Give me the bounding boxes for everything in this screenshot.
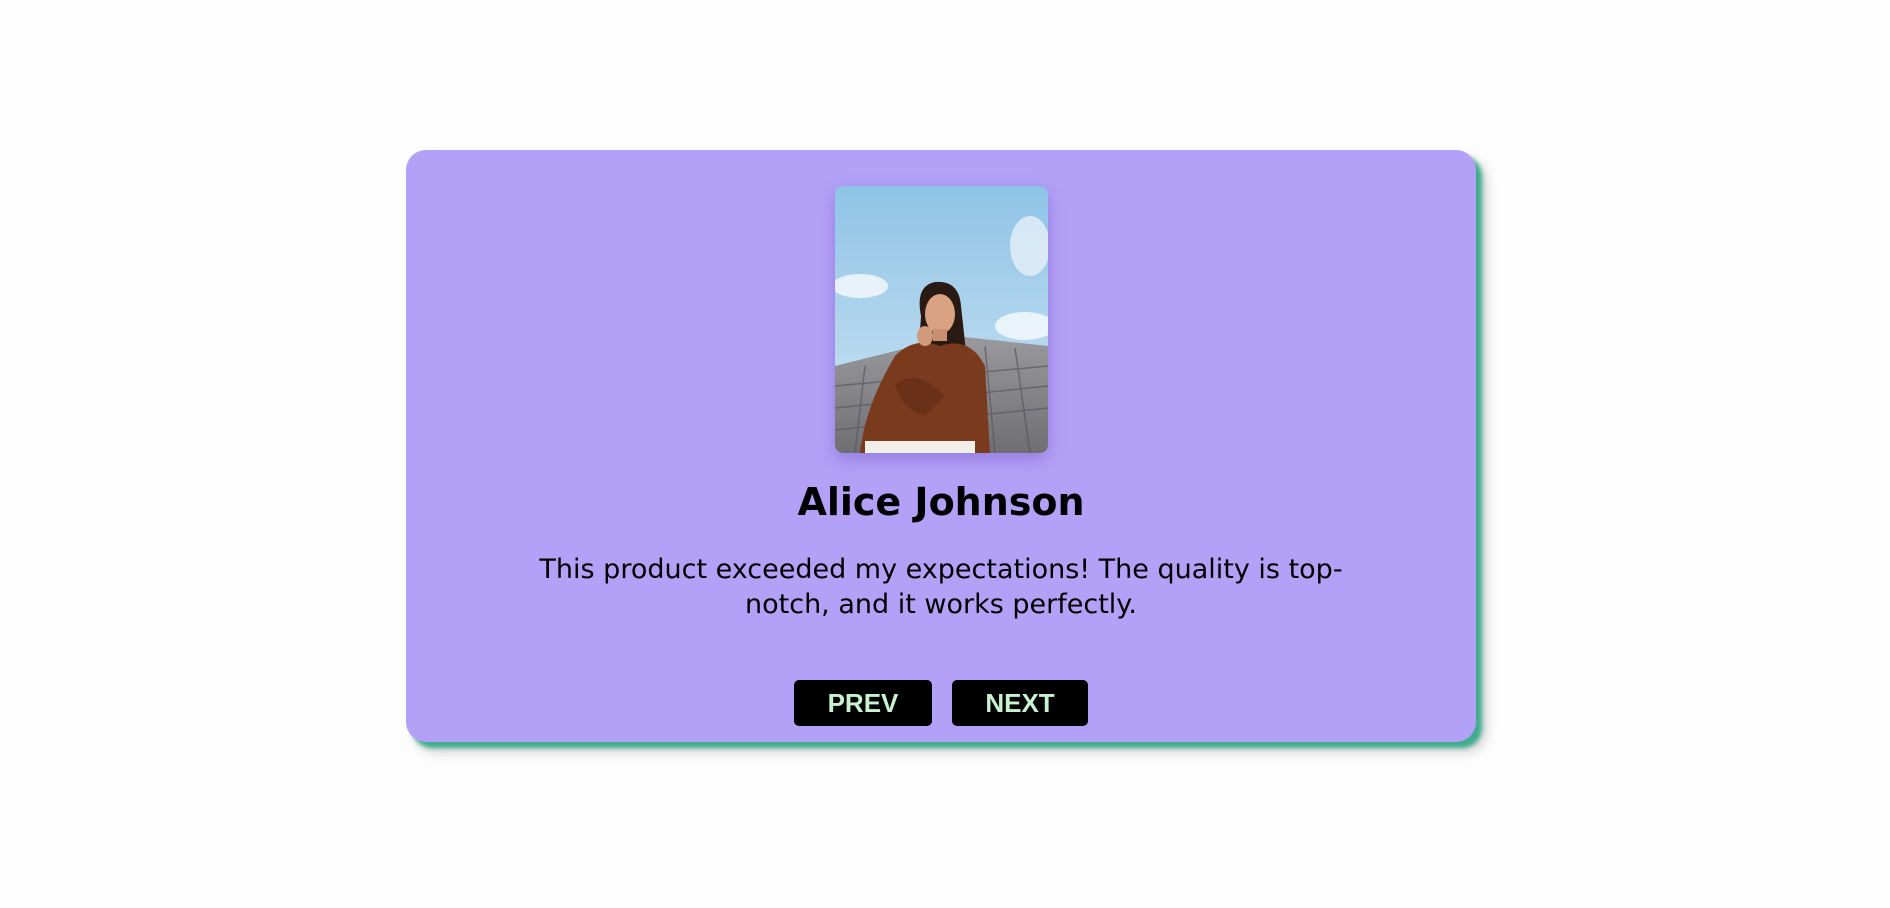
next-button[interactable]: NEXT xyxy=(952,680,1088,726)
testimonial-card: Alice Johnson This product exceeded my e… xyxy=(406,150,1476,742)
testimonial-photo xyxy=(835,186,1048,453)
portrait-image xyxy=(835,186,1048,453)
testimonial-name: Alice Johnson xyxy=(797,480,1085,524)
testimonial-quote: This product exceeded my expectations! T… xyxy=(539,554,1343,620)
prev-button[interactable]: PREV xyxy=(794,680,932,726)
